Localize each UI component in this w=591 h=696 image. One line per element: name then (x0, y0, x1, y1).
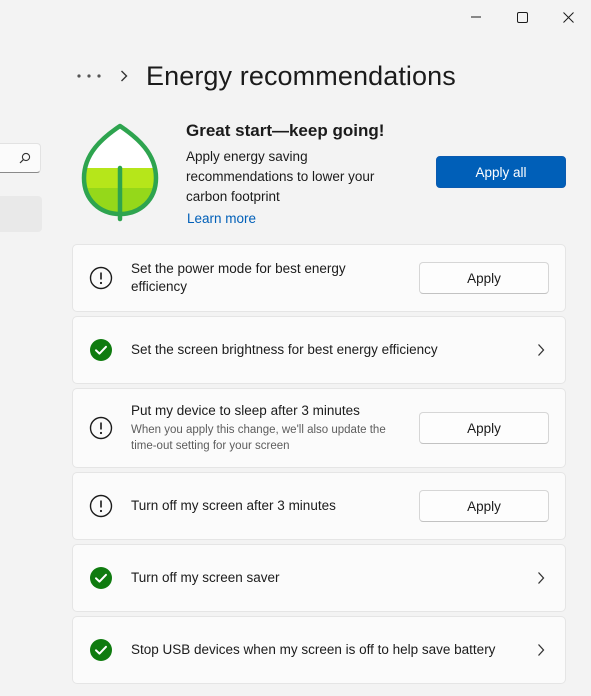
chevron-right-icon (121, 70, 128, 82)
recommendation-subtitle: When you apply this change, we'll also u… (131, 424, 386, 452)
close-icon (562, 11, 574, 23)
sidebar-item-selected[interactable] (0, 196, 42, 232)
recommendation-screen-saver[interactable]: Turn off my screen saver (72, 544, 566, 612)
search-input[interactable] (0, 143, 41, 173)
hero-title: Great start—keep going! (186, 121, 385, 140)
breadcrumb-more-button[interactable] (76, 66, 102, 86)
chevron-right-icon (538, 344, 545, 356)
info-circle-icon (89, 266, 113, 290)
info-circle-icon (89, 494, 113, 518)
breadcrumb-separator (120, 70, 132, 82)
info-circle-icon (89, 416, 113, 440)
check-circle-icon (90, 339, 112, 361)
recommendation-screen-brightness[interactable]: Set the screen brightness for best energ… (72, 316, 566, 384)
learn-more-link[interactable]: Learn more (187, 211, 256, 226)
minimize-icon (471, 16, 481, 18)
check-circle-icon (90, 639, 112, 661)
hero-description: Apply energy saving recommendations to l… (186, 149, 375, 204)
apply-sleep-button[interactable]: Apply (419, 412, 549, 444)
recommendation-power-mode: Set the power mode for best energy effic… (72, 244, 566, 312)
leaf-icon (80, 122, 160, 227)
recommendation-usb[interactable]: Stop USB devices when my screen is off t… (72, 616, 566, 684)
recommendation-title: Put my device to sleep after 3 minutes (131, 403, 360, 418)
maximize-icon (516, 11, 528, 23)
recommendation-title: Set the power mode for best energy effic… (131, 261, 346, 294)
close-button[interactable] (545, 0, 591, 34)
recommendation-sleep: Put my device to sleep after 3 minutes W… (72, 388, 566, 468)
check-circle-icon (90, 567, 112, 589)
apply-screen-off-button[interactable]: Apply (419, 490, 549, 522)
breadcrumb: Energy recommendations (76, 58, 456, 94)
recommendation-title: Stop USB devices when my screen is off t… (131, 642, 496, 657)
apply-all-button[interactable]: Apply all (436, 156, 566, 188)
search-icon (19, 152, 31, 164)
apply-power-mode-button[interactable]: Apply (419, 262, 549, 294)
minimize-button[interactable] (453, 0, 499, 34)
recommendation-title: Set the screen brightness for best energ… (131, 342, 438, 357)
recommendation-title: Turn off my screen saver (131, 570, 280, 585)
more-icon (77, 74, 101, 78)
recommendation-title: Turn off my screen after 3 minutes (131, 498, 336, 513)
recommendation-screen-off: Turn off my screen after 3 minutes Apply (72, 472, 566, 540)
chevron-right-icon (538, 644, 545, 656)
maximize-button[interactable] (499, 0, 545, 34)
page-title: Energy recommendations (146, 60, 456, 91)
window-controls (453, 0, 591, 34)
chevron-right-icon (538, 572, 545, 584)
